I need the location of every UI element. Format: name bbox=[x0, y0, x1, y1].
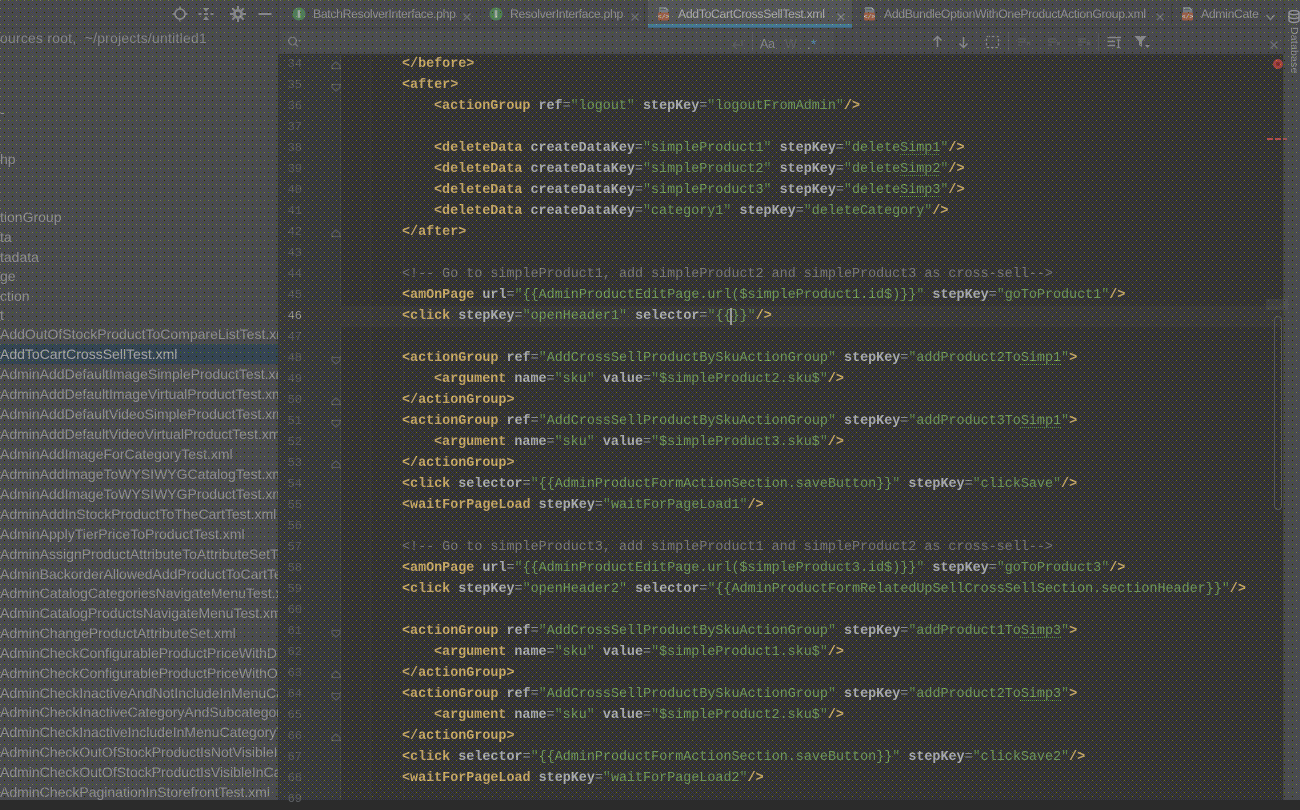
svg-text:</>: </> bbox=[1182, 13, 1194, 20]
svg-text:</>: </> bbox=[864, 13, 876, 20]
svg-text:</>: </> bbox=[658, 13, 670, 20]
